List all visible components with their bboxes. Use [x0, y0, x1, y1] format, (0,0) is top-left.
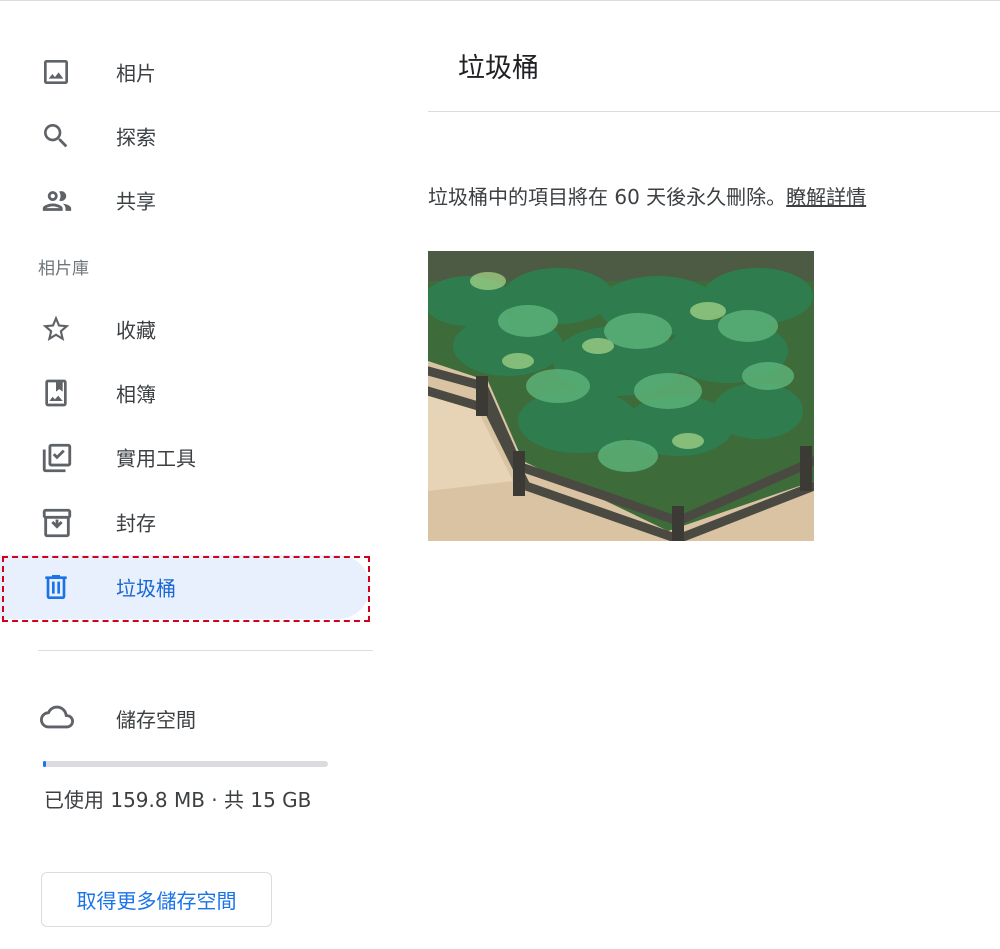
- sidebar-item-label: 垃圾桶: [116, 576, 176, 601]
- sidebar-item-label: 實用工具: [116, 446, 196, 471]
- learn-more-link[interactable]: 瞭解詳情: [786, 185, 866, 209]
- sidebar-divider: [38, 650, 373, 651]
- storage-usage-text: 已使用 159.8 MB · 共 15 GB: [44, 788, 312, 812]
- storage-progress-bar: [43, 761, 328, 767]
- sidebar-item-archive[interactable]: 封存: [0, 490, 370, 554]
- storage-label: 儲存空間: [116, 708, 196, 732]
- header-divider: [428, 111, 1000, 112]
- trash-info: 垃圾桶中的項目將在 60 天後永久刪除。瞭解詳情: [428, 181, 866, 210]
- storage-progress-fill: [43, 761, 46, 767]
- utilities-icon: [40, 441, 72, 473]
- storage-section[interactable]: 儲存空間: [0, 684, 370, 748]
- sidebar-item-label: 探索: [116, 125, 156, 150]
- trash-photo-thumbnail[interactable]: [428, 251, 814, 541]
- sidebar-item-label: 相簿: [116, 382, 156, 407]
- sidebar-item-albums[interactable]: 相簿: [0, 361, 370, 425]
- lotus-pond-photo: [428, 251, 814, 541]
- archive-icon: [40, 506, 72, 538]
- photo-icon: [40, 56, 72, 88]
- search-icon: [40, 120, 72, 152]
- sidebar-item-label: 封存: [116, 511, 156, 536]
- sidebar-item-utilities[interactable]: 實用工具: [0, 425, 370, 489]
- library-section-header: 相片庫: [38, 259, 89, 279]
- sidebar-item-trash[interactable]: 垃圾桶: [0, 555, 370, 619]
- album-icon: [40, 377, 72, 409]
- sidebar-item-label: 收藏: [116, 318, 156, 343]
- page-title: 垃圾桶: [458, 53, 539, 84]
- sidebar-item-photos[interactable]: 相片: [0, 40, 370, 104]
- sidebar-item-sharing[interactable]: 共享: [0, 168, 370, 232]
- sidebar-item-label: 共享: [116, 189, 156, 214]
- cloud-icon: [40, 700, 74, 734]
- sidebar-item-label: 相片: [116, 61, 156, 86]
- get-more-storage-button[interactable]: 取得更多儲存空間: [41, 872, 272, 927]
- sidebar-item-explore[interactable]: 探索: [0, 104, 370, 168]
- sidebar: 相片 探索 共享 相片庫 收藏 相簿 實用工具 封存 垃圾桶 儲存空間 已使用 …: [0, 0, 380, 949]
- star-icon: [40, 313, 72, 345]
- trash-icon: [40, 571, 72, 603]
- sidebar-item-favorites[interactable]: 收藏: [0, 297, 370, 361]
- people-icon: [40, 184, 72, 216]
- trash-info-text: 垃圾桶中的項目將在 60 天後永久刪除。: [428, 185, 787, 209]
